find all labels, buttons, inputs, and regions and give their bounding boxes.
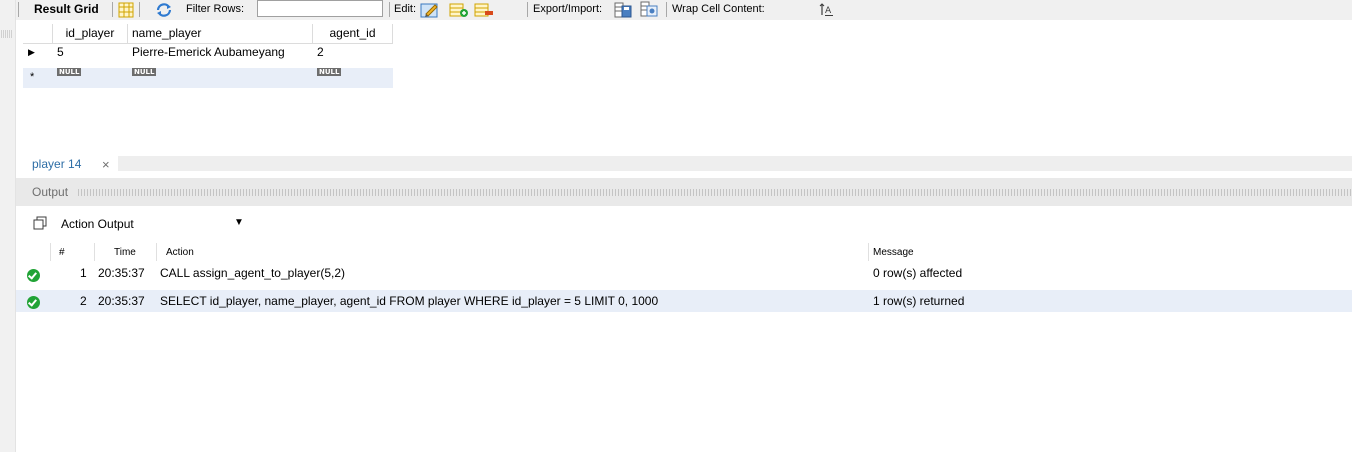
output-column-header-action[interactable]: Action (166, 247, 194, 258)
null-badge: NULL (317, 68, 342, 76)
null-badge: NULL (132, 68, 157, 76)
new-row-marker: * (30, 71, 35, 83)
left-gutter (0, 0, 16, 452)
output-row-action: SELECT id_player, name_player, agent_id … (160, 294, 659, 308)
copy-icon[interactable] (33, 216, 47, 233)
refresh-icon[interactable] (155, 2, 173, 21)
grid-row-header-corner (23, 24, 53, 44)
delete-row-icon[interactable] (474, 2, 494, 21)
tab-player-14-label[interactable]: player 14 (32, 157, 81, 171)
table-cell[interactable]: 2 (313, 45, 393, 59)
edit-label: Edit: (394, 3, 417, 15)
toolbar-separator (112, 2, 113, 17)
table-cell[interactable]: 5 (53, 45, 128, 59)
current-row-marker: ▶ (28, 47, 35, 57)
output-column-header-time[interactable]: Time (114, 247, 136, 258)
output-type-select[interactable]: Action Output (61, 217, 134, 231)
column-header-id-player[interactable]: id_player (53, 24, 128, 44)
output-row-number: 1 (80, 266, 87, 280)
result-toolbar: Result Grid Filter Rows: Edit: Export/Im… (16, 0, 1352, 20)
grid-view-icon[interactable] (118, 2, 134, 21)
null-cell[interactable]: NULL (313, 67, 393, 81)
output-header-grip[interactable] (78, 189, 1352, 196)
output-panel-title: Output (32, 185, 69, 199)
null-cell[interactable]: NULL (128, 67, 313, 81)
result-grid: id_player name_player agent_id ▶ 5 Pierr… (23, 24, 393, 88)
column-header-agent-id[interactable]: agent_id (313, 24, 393, 44)
output-row-message: 1 row(s) returned (873, 294, 965, 308)
column-separator (156, 243, 157, 261)
filter-rows-label: Filter Rows: (186, 3, 245, 15)
result-grid-tab[interactable]: Result Grid (34, 0, 99, 20)
output-row-time: 20:35:37 (98, 294, 145, 308)
wrap-cell-content-icon[interactable]: A (819, 3, 835, 20)
output-column-header-num[interactable]: # (59, 247, 65, 258)
toolbar-separator (666, 2, 667, 17)
output-row-number: 2 (80, 294, 87, 308)
column-separator (94, 243, 95, 261)
toolbar-separator (527, 2, 528, 17)
success-check-icon (27, 269, 40, 282)
toolbar-separator (389, 2, 390, 17)
column-separator (50, 243, 51, 261)
column-header-name-player[interactable]: name_player (128, 24, 313, 44)
chevron-down-icon[interactable]: ▼ (234, 217, 244, 228)
output-row-time: 20:35:37 (98, 266, 145, 280)
export-import-label: Export/Import: (533, 3, 603, 15)
edit-cell-icon[interactable] (420, 1, 440, 22)
output-column-header-message[interactable]: Message (873, 247, 914, 258)
svg-text:A: A (825, 6, 832, 16)
toolbar-separator (18, 2, 19, 17)
column-separator (868, 243, 869, 261)
null-cell[interactable]: NULL (53, 67, 128, 81)
table-cell[interactable]: Pierre-Emerick Aubameyang (128, 45, 313, 59)
wrap-cell-content-label: Wrap Cell Content: (672, 3, 765, 15)
success-check-icon (27, 296, 40, 309)
null-badge: NULL (57, 68, 82, 76)
filter-rows-input[interactable] (257, 0, 383, 17)
output-row-action: CALL assign_agent_to_player(5,2) (160, 266, 346, 280)
export-icon[interactable] (614, 2, 632, 21)
result-tab-strip (16, 156, 1352, 171)
output-row-message: 0 row(s) affected (873, 266, 963, 280)
toolbar-separator (139, 2, 140, 17)
close-icon[interactable]: × (102, 158, 110, 172)
output-row[interactable]: 1 20:35:37 CALL assign_agent_to_player(5… (16, 264, 1352, 286)
import-icon[interactable] (640, 1, 658, 21)
output-row-selected[interactable]: 2 20:35:37 SELECT id_player, name_player… (16, 290, 1352, 312)
add-row-icon[interactable] (449, 2, 469, 21)
gutter-grip[interactable] (1, 30, 13, 38)
